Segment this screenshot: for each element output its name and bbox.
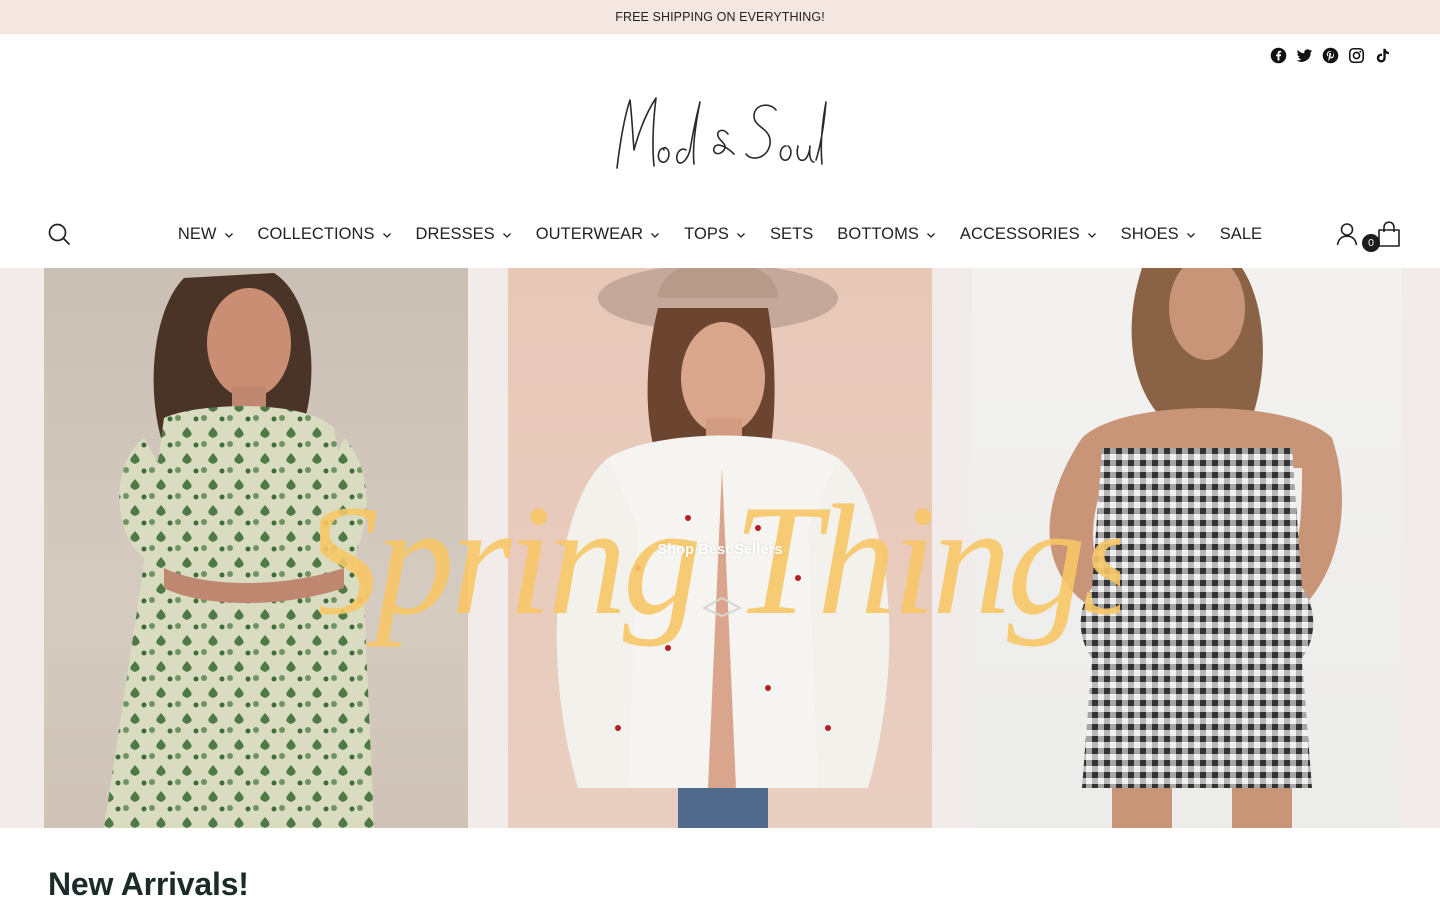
nav-item-collections[interactable]: COLLECTIONS — [246, 212, 404, 256]
account-icon — [1336, 223, 1358, 246]
nav-item-label: TOPS — [684, 224, 729, 243]
new-arrivals-heading: New Arrivals! — [48, 866, 249, 900]
chevron-down-icon — [926, 233, 935, 238]
nav-item-label: ACCESSORIES — [959, 224, 1080, 243]
nav-item-new[interactable]: NEW — [166, 212, 246, 256]
nav-item-shoes[interactable]: SHOES — [1109, 212, 1208, 256]
twitter-icon[interactable] — [1295, 46, 1313, 64]
nav-item-label: NEW — [177, 224, 217, 243]
nav-item-dresses[interactable]: DRESSES — [404, 212, 524, 256]
instagram-icon[interactable] — [1347, 46, 1365, 64]
chevron-down-icon — [1087, 233, 1096, 238]
nav-item-accessories[interactable]: ACCESSORIES — [948, 212, 1109, 256]
nav-item-label: OUTERWEAR — [535, 224, 644, 243]
main-header: NEW COLLECTIONS DRESSES OUTERWEAR TOPS SETS BO… — [0, 212, 1440, 256]
nav-item-label: SALE — [1219, 224, 1263, 243]
account-button[interactable] — [1334, 221, 1360, 247]
nav-item-sale[interactable]: SALE — [1208, 212, 1274, 256]
announcement-bar: FREE SHIPPING ON EVERYTHING! — [0, 0, 1440, 34]
nav-item-bottoms[interactable]: BOTTOMS — [825, 212, 948, 256]
brand-logo[interactable] — [600, 88, 840, 178]
main-navigation: NEW COLLECTIONS DRESSES OUTERWEAR TOPS SETS BO… — [0, 212, 1440, 256]
nav-item-label: DRESSES — [415, 224, 495, 243]
chevron-down-icon — [651, 233, 660, 238]
nav-item-outerwear[interactable]: OUTERWEAR — [524, 212, 672, 256]
nav-item-label: SHOES — [1120, 224, 1179, 243]
tiktok-icon[interactable] — [1373, 46, 1391, 64]
nav-item-tops[interactable]: TOPS — [672, 212, 758, 256]
chevron-down-icon — [737, 233, 745, 238]
nav-item-label: COLLECTIONS — [257, 224, 375, 243]
logo-script — [616, 97, 827, 169]
hero-banner[interactable]: Spring Things Shop Best Sellers — [0, 268, 1440, 828]
chevron-down-icon — [382, 233, 391, 238]
chevron-down-icon — [502, 233, 511, 238]
nav-item-label: BOTTOMS — [837, 224, 919, 243]
social-links — [1269, 46, 1391, 64]
announcement-text: FREE SHIPPING ON EVERYTHING! — [615, 10, 825, 24]
cart-count-badge: 0 — [1362, 234, 1380, 252]
pinterest-icon[interactable] — [1321, 46, 1339, 64]
facebook-icon[interactable] — [1269, 46, 1287, 64]
chevron-down-icon — [224, 233, 233, 238]
nav-item-label: SETS — [769, 224, 814, 243]
nav-item-sets[interactable]: SETS — [758, 212, 825, 256]
shop-best-sellers-link[interactable]: Shop Best Sellers — [0, 542, 1440, 558]
chevron-down-icon — [1186, 233, 1195, 238]
